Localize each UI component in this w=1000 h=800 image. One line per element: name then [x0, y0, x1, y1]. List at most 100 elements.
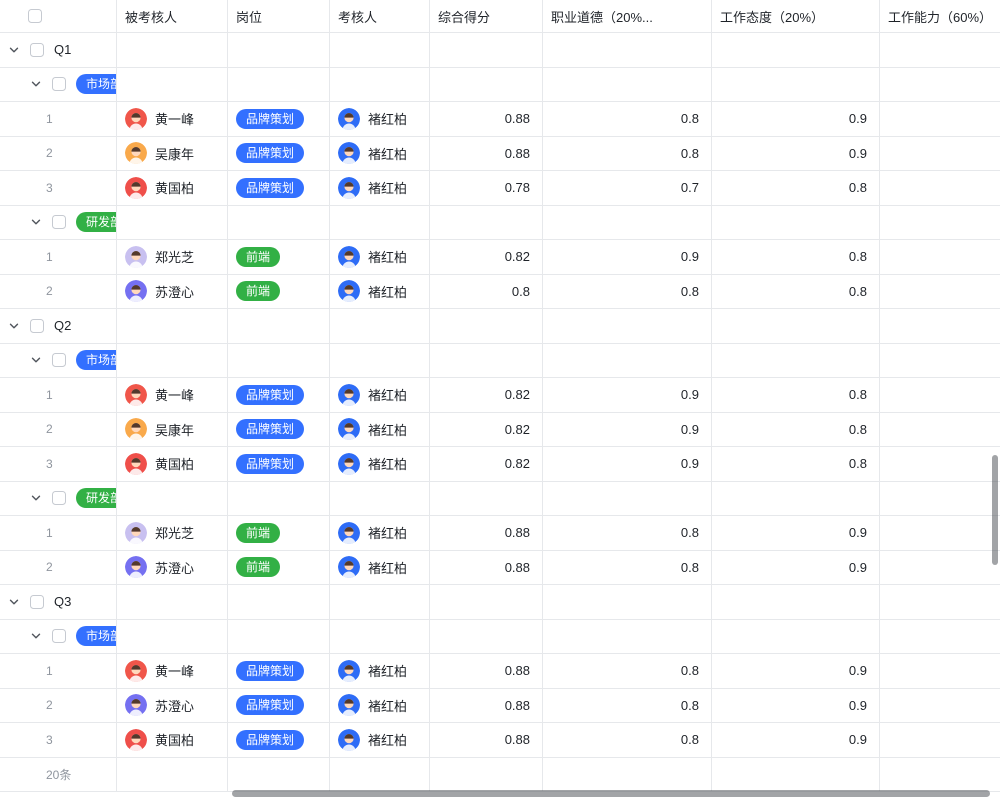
cell-overall-score[interactable]: 0.88 [430, 137, 543, 171]
cell-assessor[interactable]: 褚红柏 [330, 516, 430, 550]
column-header-ethics[interactable]: 职业道德（20%... [543, 0, 712, 32]
cell-overall-score[interactable]: 0.88 [430, 654, 543, 688]
cell-overall-score[interactable]: 0.88 [430, 689, 543, 723]
subgroup-checkbox[interactable] [52, 491, 66, 505]
cell-assessee[interactable]: 郑光芝 [117, 516, 228, 550]
cell-ethics-score[interactable]: 0.8 [543, 275, 712, 309]
cell-assessor[interactable]: 褚红柏 [330, 378, 430, 412]
cell-ability[interactable] [880, 171, 1000, 205]
cell-assessee[interactable]: 黄一峰 [117, 654, 228, 688]
collapse-chevron-icon[interactable] [8, 44, 20, 56]
cell-assessor[interactable]: 褚红柏 [330, 723, 430, 757]
cell-attitude-score[interactable]: 0.8 [712, 413, 880, 447]
cell-ability[interactable] [880, 378, 1000, 412]
cell-attitude-score[interactable]: 0.9 [712, 723, 880, 757]
cell-attitude-score[interactable]: 0.9 [712, 654, 880, 688]
cell-ability[interactable] [880, 516, 1000, 550]
cell-position[interactable]: 前端 [228, 275, 330, 309]
cell-overall-score[interactable]: 0.88 [430, 723, 543, 757]
subgroup-checkbox[interactable] [52, 353, 66, 367]
horizontal-scrollbar-thumb[interactable] [232, 790, 990, 797]
cell-overall-score[interactable]: 0.82 [430, 240, 543, 274]
cell-ethics-score[interactable]: 0.8 [543, 551, 712, 585]
cell-overall-score[interactable]: 0.8 [430, 275, 543, 309]
cell-assessee[interactable]: 黄国柏 [117, 171, 228, 205]
cell-ability[interactable] [880, 551, 1000, 585]
collapse-chevron-icon[interactable] [30, 630, 42, 642]
group-checkbox[interactable] [30, 595, 44, 609]
collapse-chevron-icon[interactable] [30, 492, 42, 504]
subgroup-checkbox[interactable] [52, 215, 66, 229]
cell-position[interactable]: 品牌策划 [228, 723, 330, 757]
column-header-assessor[interactable]: 考核人 [330, 0, 430, 32]
cell-ability[interactable] [880, 102, 1000, 136]
cell-attitude-score[interactable]: 0.8 [712, 275, 880, 309]
column-header-assessee[interactable]: 被考核人 [117, 0, 228, 32]
cell-assessor[interactable]: 褚红柏 [330, 654, 430, 688]
cell-overall-score[interactable]: 0.82 [430, 413, 543, 447]
cell-ability[interactable] [880, 689, 1000, 723]
cell-position[interactable]: 前端 [228, 240, 330, 274]
cell-ethics-score[interactable]: 0.8 [543, 723, 712, 757]
collapse-chevron-icon[interactable] [30, 216, 42, 228]
cell-position[interactable]: 前端 [228, 516, 330, 550]
cell-attitude-score[interactable]: 0.8 [712, 378, 880, 412]
cell-ethics-score[interactable]: 0.9 [543, 413, 712, 447]
cell-ability[interactable] [880, 240, 1000, 274]
collapse-chevron-icon[interactable] [30, 354, 42, 366]
cell-assessor[interactable]: 褚红柏 [330, 413, 430, 447]
cell-position[interactable]: 品牌策划 [228, 654, 330, 688]
cell-overall-score[interactable]: 0.82 [430, 378, 543, 412]
cell-attitude-score[interactable]: 0.9 [712, 551, 880, 585]
cell-ability[interactable] [880, 654, 1000, 688]
cell-position[interactable]: 品牌策划 [228, 447, 330, 481]
collapse-chevron-icon[interactable] [8, 596, 20, 608]
cell-ability[interactable] [880, 413, 1000, 447]
cell-position[interactable]: 品牌策划 [228, 137, 330, 171]
cell-assessee[interactable]: 苏澄心 [117, 275, 228, 309]
cell-overall-score[interactable]: 0.88 [430, 516, 543, 550]
cell-assessor[interactable]: 褚红柏 [330, 171, 430, 205]
cell-ability[interactable] [880, 447, 1000, 481]
cell-overall-score[interactable]: 0.88 [430, 551, 543, 585]
cell-position[interactable]: 品牌策划 [228, 102, 330, 136]
cell-ethics-score[interactable]: 0.8 [543, 516, 712, 550]
subgroup-checkbox[interactable] [52, 629, 66, 643]
cell-assessee[interactable]: 黄国柏 [117, 723, 228, 757]
cell-ethics-score[interactable]: 0.8 [543, 654, 712, 688]
cell-attitude-score[interactable]: 0.9 [712, 516, 880, 550]
cell-assessee[interactable]: 吴康年 [117, 413, 228, 447]
cell-attitude-score[interactable]: 0.8 [712, 447, 880, 481]
cell-assessor[interactable]: 褚红柏 [330, 551, 430, 585]
cell-ability[interactable] [880, 275, 1000, 309]
cell-assessor[interactable]: 褚红柏 [330, 102, 430, 136]
cell-assessor[interactable]: 褚红柏 [330, 447, 430, 481]
subgroup-checkbox[interactable] [52, 77, 66, 91]
cell-attitude-score[interactable]: 0.8 [712, 171, 880, 205]
cell-position[interactable]: 品牌策划 [228, 378, 330, 412]
cell-attitude-score[interactable]: 0.9 [712, 137, 880, 171]
column-header-ability[interactable]: 工作能力（60%） [880, 0, 1000, 32]
cell-attitude-score[interactable]: 0.8 [712, 240, 880, 274]
collapse-chevron-icon[interactable] [30, 78, 42, 90]
select-all-checkbox[interactable] [28, 9, 42, 23]
cell-ethics-score[interactable]: 0.8 [543, 102, 712, 136]
cell-overall-score[interactable]: 0.88 [430, 102, 543, 136]
cell-position[interactable]: 品牌策划 [228, 171, 330, 205]
cell-position[interactable]: 品牌策划 [228, 689, 330, 723]
cell-position[interactable]: 前端 [228, 551, 330, 585]
cell-overall-score[interactable]: 0.82 [430, 447, 543, 481]
cell-ability[interactable] [880, 723, 1000, 757]
cell-attitude-score[interactable]: 0.9 [712, 102, 880, 136]
column-header-overall-score[interactable]: 综合得分 [430, 0, 543, 32]
cell-assessee[interactable]: 苏澄心 [117, 689, 228, 723]
cell-ethics-score[interactable]: 0.9 [543, 240, 712, 274]
cell-assessee[interactable]: 苏澄心 [117, 551, 228, 585]
group-checkbox[interactable] [30, 43, 44, 57]
cell-ethics-score[interactable]: 0.9 [543, 378, 712, 412]
cell-ethics-score[interactable]: 0.8 [543, 689, 712, 723]
cell-assessee[interactable]: 吴康年 [117, 137, 228, 171]
cell-assessor[interactable]: 褚红柏 [330, 689, 430, 723]
collapse-chevron-icon[interactable] [8, 320, 20, 332]
cell-ethics-score[interactable]: 0.8 [543, 137, 712, 171]
